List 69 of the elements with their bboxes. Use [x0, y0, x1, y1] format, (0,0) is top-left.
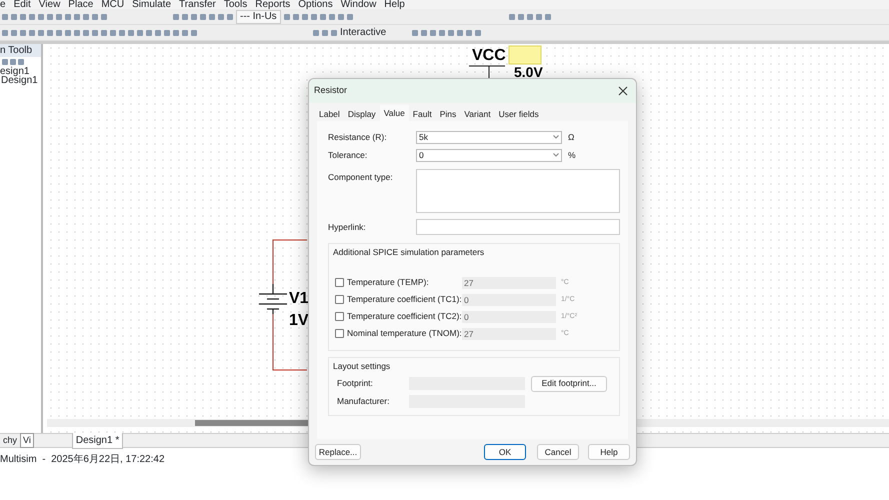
voltage-label: 1V — [289, 312, 309, 329]
input-field: 27 — [462, 276, 556, 289]
checkbox[interactable] — [335, 312, 344, 322]
edit-footprint-button[interactable]: Edit footprint... — [531, 376, 607, 392]
checkbox[interactable] — [335, 295, 344, 304]
voltage-label: 5.0V — [514, 64, 543, 80]
dialog-title: Resistor — [314, 84, 348, 98]
dropdown-field[interactable]: 5k — [416, 130, 562, 144]
panel-title: n Toolb — [0, 44, 41, 57]
menu-item[interactable]: Window — [340, 0, 376, 9]
close-button[interactable] — [616, 84, 630, 98]
dialog-tab[interactable]: Label — [315, 107, 344, 121]
chevron-icon — [553, 153, 559, 157]
dropdown-field[interactable]: 0 — [416, 148, 562, 162]
dialog-tab[interactable]: Fault — [408, 107, 436, 121]
input-field: 0 — [462, 294, 556, 306]
simulation-mode-label: Interactive — [340, 26, 386, 40]
chevron-icon — [553, 135, 559, 139]
unit-label: % — [568, 148, 576, 162]
field-label: Manufacturer: — [336, 395, 390, 408]
dialog-tab[interactable]: User fields — [494, 107, 543, 121]
tooltip — [508, 46, 542, 64]
menu-item[interactable]: Help — [384, 0, 405, 9]
field-label: Resistance (R): — [328, 130, 388, 144]
group-title: Layout settings — [333, 360, 392, 373]
field-label: Tolerance: — [328, 148, 368, 162]
input-field: 27 — [462, 328, 556, 340]
panel-tab[interactable]: chy — [0, 432, 20, 448]
status-text: Multisim - 2025年6月22日, 17:22:42 — [0, 454, 165, 465]
param-label: Temperature coefficient (TC1): — [347, 293, 462, 306]
input-field: 0 — [462, 310, 556, 323]
param-label: Temperature coefficient (TC2): — [347, 310, 462, 324]
document-tab[interactable]: Design1 * — [72, 432, 124, 449]
field-label: Component type: — [328, 171, 394, 184]
param-label: Temperature (TEMP): — [347, 276, 430, 290]
menu-item[interactable]: Reports — [255, 0, 290, 9]
menu-item[interactable]: Tools — [224, 0, 248, 9]
dialog-button[interactable]: OK — [484, 444, 526, 460]
field-label: Footprint: — [336, 377, 374, 390]
dialog-tab[interactable]: Variant — [460, 107, 495, 121]
menu-item[interactable]: Simulate — [132, 0, 171, 9]
dialog-button[interactable]: Cancel — [537, 444, 579, 460]
unit-label: Ω — [568, 130, 574, 144]
checkbox[interactable] — [335, 329, 344, 338]
component-label: V1 — [289, 290, 309, 307]
dialog-button[interactable]: Replace... — [315, 444, 361, 460]
panel-tab[interactable]: Vi — [20, 432, 34, 448]
net-label: VCC — [472, 47, 506, 64]
dialog-button[interactable]: Help — [588, 444, 630, 460]
param-label: Nominal temperature (TNOM): — [347, 327, 462, 340]
tree-item[interactable]: Design1 — [0, 76, 41, 85]
mode-dropdown[interactable]: --- In-Us — [236, 10, 281, 24]
battery-symbol — [259, 284, 287, 314]
group-title: Additional SPICE simulation parameters — [333, 246, 486, 259]
input-field[interactable] — [416, 219, 620, 235]
checkbox[interactable] — [335, 278, 344, 288]
menu-item[interactable]: MCU — [101, 0, 124, 9]
menu-item[interactable]: e — [0, 0, 6, 9]
field-label: Hyperlink: — [328, 220, 367, 234]
text-area[interactable] — [416, 169, 620, 213]
dialog-tab[interactable]: Value — [380, 105, 409, 121]
menu-item[interactable]: Place — [68, 0, 94, 9]
dialog-tab[interactable]: Display — [344, 107, 380, 121]
menu-item[interactable]: Edit — [14, 0, 31, 9]
tree-item[interactable]: esign1 — [0, 67, 41, 76]
dialog-tab[interactable]: Pins — [436, 107, 460, 121]
menu-item[interactable]: Options — [298, 0, 333, 9]
menu-item[interactable]: View — [38, 0, 60, 9]
menu-item[interactable]: Transfer — [179, 0, 216, 9]
